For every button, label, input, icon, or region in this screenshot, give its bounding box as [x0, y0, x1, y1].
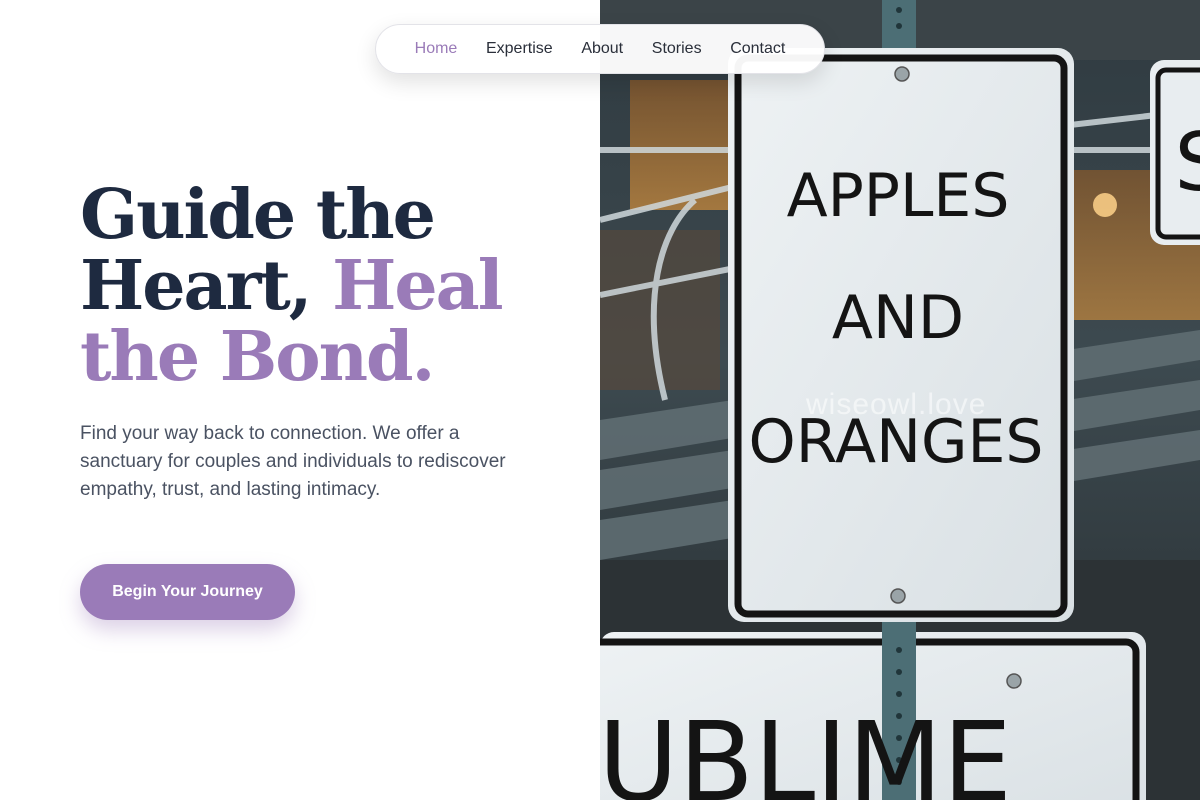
nav-stories-link[interactable]: Stories [652, 40, 702, 58]
headline-line-2-plain: Heart, [80, 246, 333, 326]
nav-about-link[interactable]: About [581, 40, 623, 58]
main-nav: Home Expertise About Stories Contact [375, 24, 825, 74]
hero-text-panel: Guide the Heart, Heal the Bond. Find you… [0, 0, 600, 800]
sign-text-apples: APPLES [787, 161, 1010, 231]
hero-headline: Guide the Heart, Heal the Bond. [80, 180, 580, 393]
headline-line-2-accent: Heal [332, 246, 503, 326]
nav-expertise-link[interactable]: Expertise [486, 40, 553, 58]
sign-text-sublime: UBLIME [600, 698, 1012, 800]
headline-line-1: Guide the [80, 175, 436, 255]
begin-journey-button[interactable]: Begin Your Journey [80, 564, 295, 620]
hero-subcopy: Find your way back to connection. We off… [80, 423, 506, 500]
headline-line-3-accent: the Bond. [80, 317, 435, 397]
nav-home-link[interactable]: Home [415, 40, 458, 58]
sign-text-right-partial: S [1175, 116, 1200, 209]
sign-text-and: AND [832, 283, 964, 353]
nav-contact-link[interactable]: Contact [730, 40, 785, 58]
watermark-text: wiseowl.love [806, 388, 987, 421]
